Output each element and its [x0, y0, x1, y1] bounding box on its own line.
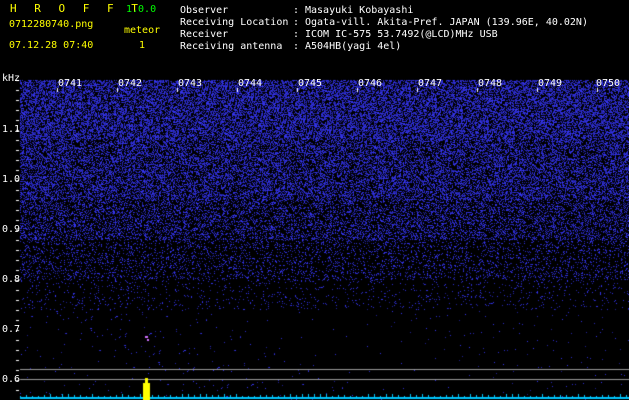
antenna-colon: :	[293, 41, 300, 52]
x-tick-label: 0743	[178, 78, 203, 89]
receiver-colon: :	[293, 29, 300, 40]
app-logo: H R O F F T	[10, 2, 144, 15]
x-tick-label: 0747	[418, 78, 443, 89]
antenna-label: Receiving antenna	[180, 41, 283, 52]
meteor-count: 1	[139, 40, 146, 51]
x-tick-label: 0748	[478, 78, 503, 89]
y-tick-label: 0.6	[2, 374, 21, 385]
location-label: Receiving Location	[180, 17, 289, 28]
y-tick-label: 0.8	[2, 274, 21, 285]
observer-value: Masayuki Kobayashi	[305, 5, 414, 16]
x-tick-label: 0744	[238, 78, 263, 89]
receiver-label: Receiver	[180, 29, 229, 40]
receiver-value: ICOM IC-575 53.7492(@LCD)MHz USB	[305, 29, 498, 40]
observer-label: Observer	[180, 5, 229, 16]
antenna-value: A504HB(yagi 4el)	[305, 41, 402, 52]
header-panel: H R O F F T 1.0.0 0712280740.png 07.12.2…	[0, 0, 629, 72]
date-time: 07.12.28 07:40	[9, 40, 94, 51]
y-tick-label: 0.9	[2, 224, 21, 235]
location-value: Ogata-vill. Akita-Pref. JAPAN (139.96E, …	[305, 17, 588, 28]
y-tick-label: 0.7	[2, 324, 21, 335]
observer-colon: :	[293, 5, 300, 16]
x-tick-label: 0746	[358, 78, 383, 89]
spectrogram-canvas	[0, 72, 629, 400]
x-tick-label: 0741	[58, 78, 83, 89]
y-tick-label: 1.0	[2, 174, 21, 185]
app-version: 1.0.0	[126, 4, 157, 15]
x-tick-label: 0749	[538, 78, 563, 89]
y-unit-label: kHz	[2, 73, 21, 84]
x-tick-label: 0745	[298, 78, 323, 89]
x-tick-label: 0750	[596, 78, 621, 89]
file-name: 0712280740.png	[9, 19, 94, 30]
x-tick-label: 0742	[118, 78, 143, 89]
meteor-label: meteor	[124, 25, 161, 36]
y-tick-label: 1.1	[2, 124, 21, 135]
location-colon: :	[293, 17, 300, 28]
